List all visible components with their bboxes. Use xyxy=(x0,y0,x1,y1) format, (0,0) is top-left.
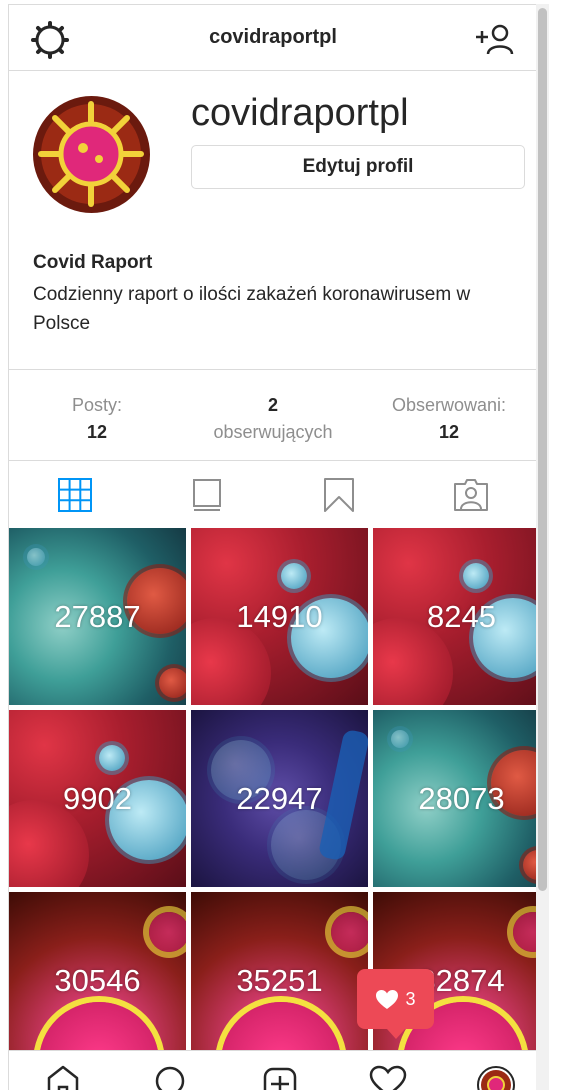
profile-stats: Posty: 12 2 obserwujących Obserwowani: 1… xyxy=(9,369,537,461)
stat-followers-label: obserwujących xyxy=(213,422,333,442)
post-tile[interactable]: 9902 xyxy=(9,710,186,887)
posts-grid: 27887 14910 8245 9902 22947 28073 30546 … xyxy=(9,528,548,1069)
heart-icon xyxy=(369,1065,406,1090)
post-tile[interactable]: 22947 xyxy=(191,710,368,887)
profile-bio: Codzienny raport o ilości zakażeń korona… xyxy=(33,284,471,334)
scrollbar-thumb[interactable] xyxy=(538,8,547,891)
scrollbar[interactable] xyxy=(536,4,549,1090)
stat-followers[interactable]: 2 obserwujących xyxy=(185,370,361,460)
post-tile[interactable]: 27887 xyxy=(9,528,186,705)
avatar xyxy=(476,1066,515,1090)
profile-section: covidraportpl Edytuj profil Covid Raport… xyxy=(9,72,537,370)
notification-count: 3 xyxy=(405,988,416,1009)
post-count: 22947 xyxy=(236,780,323,816)
stat-followers-value: 2 xyxy=(267,395,278,415)
post-count: 8245 xyxy=(427,598,496,634)
tab-feed[interactable] xyxy=(141,461,273,528)
header-title: covidraportpl xyxy=(209,26,337,48)
heart-icon xyxy=(376,990,399,1009)
top-bar: covidraportpl xyxy=(9,5,537,71)
post-tile[interactable]: 30546 xyxy=(9,892,186,1069)
nav-new-post[interactable] xyxy=(225,1051,333,1090)
plus-square-icon xyxy=(263,1067,296,1090)
virus-avatar-image xyxy=(33,96,150,213)
grid-icon xyxy=(58,477,92,512)
stat-following-label: Obserwowani: xyxy=(391,395,507,415)
post-count: 28073 xyxy=(418,780,505,816)
home-icon xyxy=(47,1065,79,1090)
post-tile[interactable]: 8245 xyxy=(373,528,548,705)
post-count: 30546 xyxy=(54,962,141,998)
stat-following[interactable]: Obserwowani: 12 xyxy=(361,370,537,460)
add-user-icon[interactable] xyxy=(474,22,514,56)
profile-avatar[interactable] xyxy=(33,96,150,213)
profile-username: covidraportpl xyxy=(191,92,409,134)
post-count: 27887 xyxy=(54,598,141,634)
stat-posts: Posty: 12 xyxy=(9,370,185,460)
profile-full-name: Covid Raport xyxy=(33,252,153,273)
post-tile[interactable]: 28073 xyxy=(373,710,548,887)
stat-posts-label: Posty: xyxy=(71,395,123,415)
stat-posts-value: 12 xyxy=(86,422,108,442)
nav-profile[interactable] xyxy=(442,1051,548,1090)
edit-profile-button[interactable]: Edytuj profil xyxy=(191,145,525,189)
settings-gear-icon[interactable] xyxy=(31,21,69,59)
tab-saved[interactable] xyxy=(273,461,405,528)
post-count: 35251 xyxy=(236,962,323,998)
post-count: 14910 xyxy=(236,598,323,634)
tagged-person-icon xyxy=(454,478,488,511)
bottom-nav xyxy=(9,1050,548,1090)
nav-search[interactable] xyxy=(117,1051,225,1090)
app-window: covidraportpl covidraportpl Edytuj profi… xyxy=(8,4,549,1090)
post-tile[interactable]: 35251 xyxy=(191,892,368,1069)
feed-icon xyxy=(193,478,221,511)
post-tile[interactable]: 14910 xyxy=(191,528,368,705)
tab-tagged[interactable] xyxy=(405,461,537,528)
stat-following-value: 12 xyxy=(438,422,460,442)
post-count: 9902 xyxy=(63,780,132,816)
search-icon xyxy=(156,1066,185,1090)
nav-home[interactable] xyxy=(9,1051,117,1090)
profile-tabs xyxy=(9,461,537,528)
tab-grid[interactable] xyxy=(9,461,141,528)
activity-notification-badge[interactable]: 3 xyxy=(357,969,434,1039)
bookmark-icon xyxy=(324,477,354,512)
nav-activity[interactable] xyxy=(334,1051,442,1090)
